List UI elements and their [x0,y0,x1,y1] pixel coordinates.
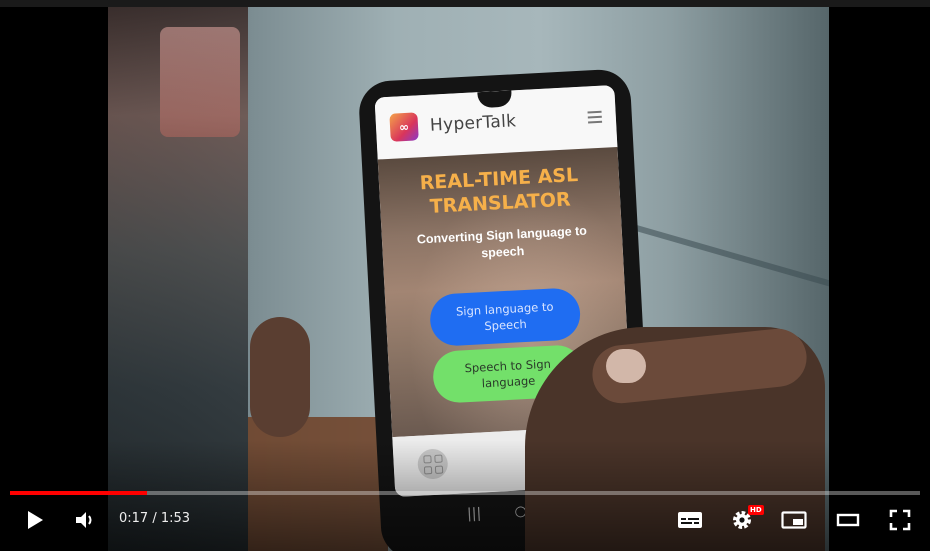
app-name: HyperTalk [429,111,517,136]
hamburger-menu-icon [587,108,603,127]
captions-icon [678,512,702,528]
video-player[interactable]: ∞ HyperTalk REAL-TIME ASL TRANSLATOR Con… [0,0,930,551]
theater-icon [836,513,860,527]
play-icon [28,511,43,529]
progress-bar[interactable] [10,491,920,495]
background-poster [160,27,240,137]
play-button[interactable] [22,506,48,534]
theater-mode-button[interactable] [834,506,862,534]
top-strip [0,0,930,7]
time-display: 0:17 / 1:53 [119,511,191,526]
thumbnail-nail [606,349,646,383]
volume-icon [76,512,92,528]
fullscreen-icon [889,509,911,531]
controls-gradient [0,440,930,551]
progress-played [10,491,147,495]
fullscreen-button[interactable] [886,506,914,534]
miniplayer-icon [781,511,807,529]
hd-badge: HD [748,505,764,515]
hand-finger [250,317,310,437]
volume-button[interactable] [72,506,98,534]
miniplayer-button[interactable] [780,506,808,534]
app-logo-icon: ∞ [389,112,419,142]
captions-button[interactable] [676,506,704,534]
